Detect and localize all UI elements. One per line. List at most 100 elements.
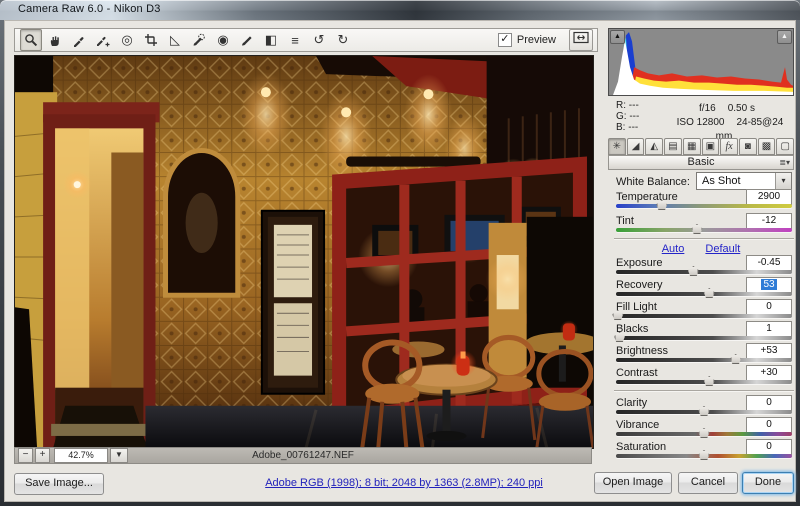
slider-value-field[interactable]: -0.45 bbox=[746, 255, 792, 271]
auto-link[interactable]: Auto bbox=[662, 243, 685, 255]
panel-divider bbox=[614, 238, 794, 239]
preview-checkbox[interactable]: ✓ bbox=[498, 33, 512, 47]
slider-contrast: Contrast +30 bbox=[616, 367, 792, 387]
straighten-tool[interactable]: ◺ bbox=[164, 29, 186, 51]
slider-track[interactable] bbox=[616, 228, 792, 232]
title-bar[interactable]: Camera Raw 6.0 - Nikon D3 bbox=[0, 0, 800, 20]
zoom-tool[interactable] bbox=[20, 29, 42, 51]
slider-label: Tint bbox=[616, 215, 634, 227]
slider-thumb[interactable] bbox=[688, 266, 699, 276]
slider-value-field[interactable]: +30 bbox=[746, 365, 792, 381]
auto-default-row: Auto Default bbox=[608, 243, 794, 255]
crop-tool[interactable] bbox=[140, 29, 162, 51]
targeted-adjustment-tool[interactable]: ◎ bbox=[116, 29, 138, 51]
slider-value-field[interactable]: 0 bbox=[746, 395, 792, 411]
slider-brightness: Brightness +53 bbox=[616, 345, 792, 365]
rgb-readout: R: --- G: --- B: --- bbox=[616, 100, 639, 133]
slider-value-field[interactable]: 0 bbox=[746, 417, 792, 433]
panel-divider bbox=[614, 390, 794, 391]
default-link[interactable]: Default bbox=[705, 243, 740, 255]
hand-tool[interactable] bbox=[44, 29, 66, 51]
fx-icon: fx bbox=[725, 141, 732, 152]
presets-icon: ▩ bbox=[762, 141, 771, 152]
slider-track[interactable] bbox=[616, 336, 792, 340]
red-eye-removal-tool[interactable]: ◉ bbox=[212, 29, 234, 51]
slider-track[interactable] bbox=[616, 358, 792, 362]
slider-recovery: Recovery 53 bbox=[616, 279, 792, 299]
image-status-bar: − + 42.7% ▼ Adobe_00761247.NEF bbox=[14, 447, 592, 464]
slider-label: Brightness bbox=[616, 345, 668, 357]
slider-thumb[interactable] bbox=[704, 288, 715, 298]
slider-track[interactable] bbox=[616, 380, 792, 384]
tab-detail[interactable]: ◭ bbox=[645, 138, 663, 155]
slider-clarity: Clarity 0 bbox=[616, 397, 792, 417]
histogram[interactable]: ▲ ▲ bbox=[608, 28, 794, 96]
slider-thumb[interactable] bbox=[699, 406, 710, 416]
slider-saturation: Saturation 0 bbox=[616, 441, 792, 461]
rotate-right-button[interactable]: ↻ bbox=[332, 29, 354, 51]
slider-tint: Tint -12 bbox=[616, 215, 792, 235]
color-sampler-tool[interactable] bbox=[92, 29, 114, 51]
slider-track[interactable] bbox=[616, 432, 792, 436]
tab-hsl-grayscale[interactable]: ▤ bbox=[664, 138, 682, 155]
tab-split-toning[interactable]: ▦ bbox=[683, 138, 701, 155]
slider-value-field[interactable]: 2900 bbox=[746, 189, 792, 205]
tab-tone-curve[interactable]: ◢ bbox=[627, 138, 645, 155]
tab-snapshots[interactable]: ▢ bbox=[776, 138, 794, 155]
slider-track[interactable] bbox=[616, 270, 792, 274]
rotate-left-button[interactable]: ↺ bbox=[308, 29, 330, 51]
graduated-filter-tool[interactable]: ◧ bbox=[260, 29, 282, 51]
tab-basic[interactable]: ✳ bbox=[608, 138, 626, 155]
shadow-clipping-toggle[interactable]: ▲ bbox=[610, 30, 625, 44]
white-balance-select[interactable]: As Shot ▾ bbox=[696, 172, 792, 190]
cancel-button[interactable]: Cancel bbox=[678, 472, 738, 494]
slider-value-field[interactable]: 53 bbox=[746, 277, 792, 293]
slider-thumb[interactable] bbox=[704, 376, 715, 386]
tab-lens-corrections[interactable]: ▣ bbox=[702, 138, 720, 155]
slider-value-field[interactable]: 0 bbox=[746, 299, 792, 315]
slider-label: Saturation bbox=[616, 441, 666, 453]
aperture-icon: ✳ bbox=[613, 141, 621, 152]
slider-value-field[interactable]: 0 bbox=[746, 439, 792, 455]
slider-track[interactable] bbox=[616, 292, 792, 296]
tab-presets[interactable]: ▩ bbox=[758, 138, 776, 155]
white-balance-tool[interactable] bbox=[68, 29, 90, 51]
preview-label: Preview bbox=[517, 34, 556, 46]
highlight-clipping-toggle[interactable]: ▲ bbox=[777, 30, 792, 44]
crop-icon bbox=[144, 33, 158, 47]
adjustment-brush-tool[interactable] bbox=[236, 29, 258, 51]
panel-menu-icon[interactable]: ≣▾ bbox=[779, 156, 790, 169]
done-button[interactable]: Done bbox=[742, 472, 794, 494]
slider-value-field[interactable]: -12 bbox=[746, 213, 792, 229]
fullscreen-toggle-button[interactable] bbox=[569, 29, 593, 51]
slider-track[interactable] bbox=[616, 204, 792, 208]
slider-value-field[interactable]: +53 bbox=[746, 343, 792, 359]
split-toning-icon: ▦ bbox=[687, 141, 696, 152]
aperture-value: f/16 bbox=[699, 103, 716, 114]
slider-label: Fill Light bbox=[616, 301, 657, 313]
white-balance-value: As Shot bbox=[702, 175, 741, 187]
b-value: --- bbox=[628, 122, 638, 133]
fullscreen-icon bbox=[573, 31, 589, 49]
slider-thumb[interactable] bbox=[699, 428, 710, 438]
slider-track[interactable] bbox=[616, 410, 792, 414]
filename-label: Adobe_00761247.NEF bbox=[15, 450, 591, 461]
magnifier-icon bbox=[24, 33, 38, 47]
open-image-button[interactable]: Open Image bbox=[594, 472, 672, 494]
slider-thumb[interactable] bbox=[691, 224, 702, 234]
eyedropper-plus-icon bbox=[96, 33, 110, 47]
tab-camera-calibration[interactable]: ◙ bbox=[739, 138, 757, 155]
slider-fill-light: Fill Light 0 bbox=[616, 301, 792, 321]
spot-removal-tool[interactable] bbox=[188, 29, 210, 51]
adjustment-tabs: ✳ ◢ ◭ ▤ ▦ ▣ fx ◙ ▩ ▢ bbox=[608, 138, 794, 155]
slider-label: Temperature bbox=[616, 191, 678, 203]
exif-readout: R: --- G: --- B: --- f/160.50 s ISO 1280… bbox=[608, 100, 794, 134]
image-preview[interactable] bbox=[14, 55, 594, 449]
tab-effects[interactable]: fx bbox=[720, 138, 738, 155]
slider-track[interactable] bbox=[616, 454, 792, 458]
preferences-button[interactable]: ≡ bbox=[284, 29, 306, 51]
slider-thumb[interactable] bbox=[699, 450, 710, 460]
slider-thumb[interactable] bbox=[730, 354, 741, 364]
slider-track[interactable] bbox=[616, 314, 792, 318]
slider-value-field[interactable]: 1 bbox=[746, 321, 792, 337]
